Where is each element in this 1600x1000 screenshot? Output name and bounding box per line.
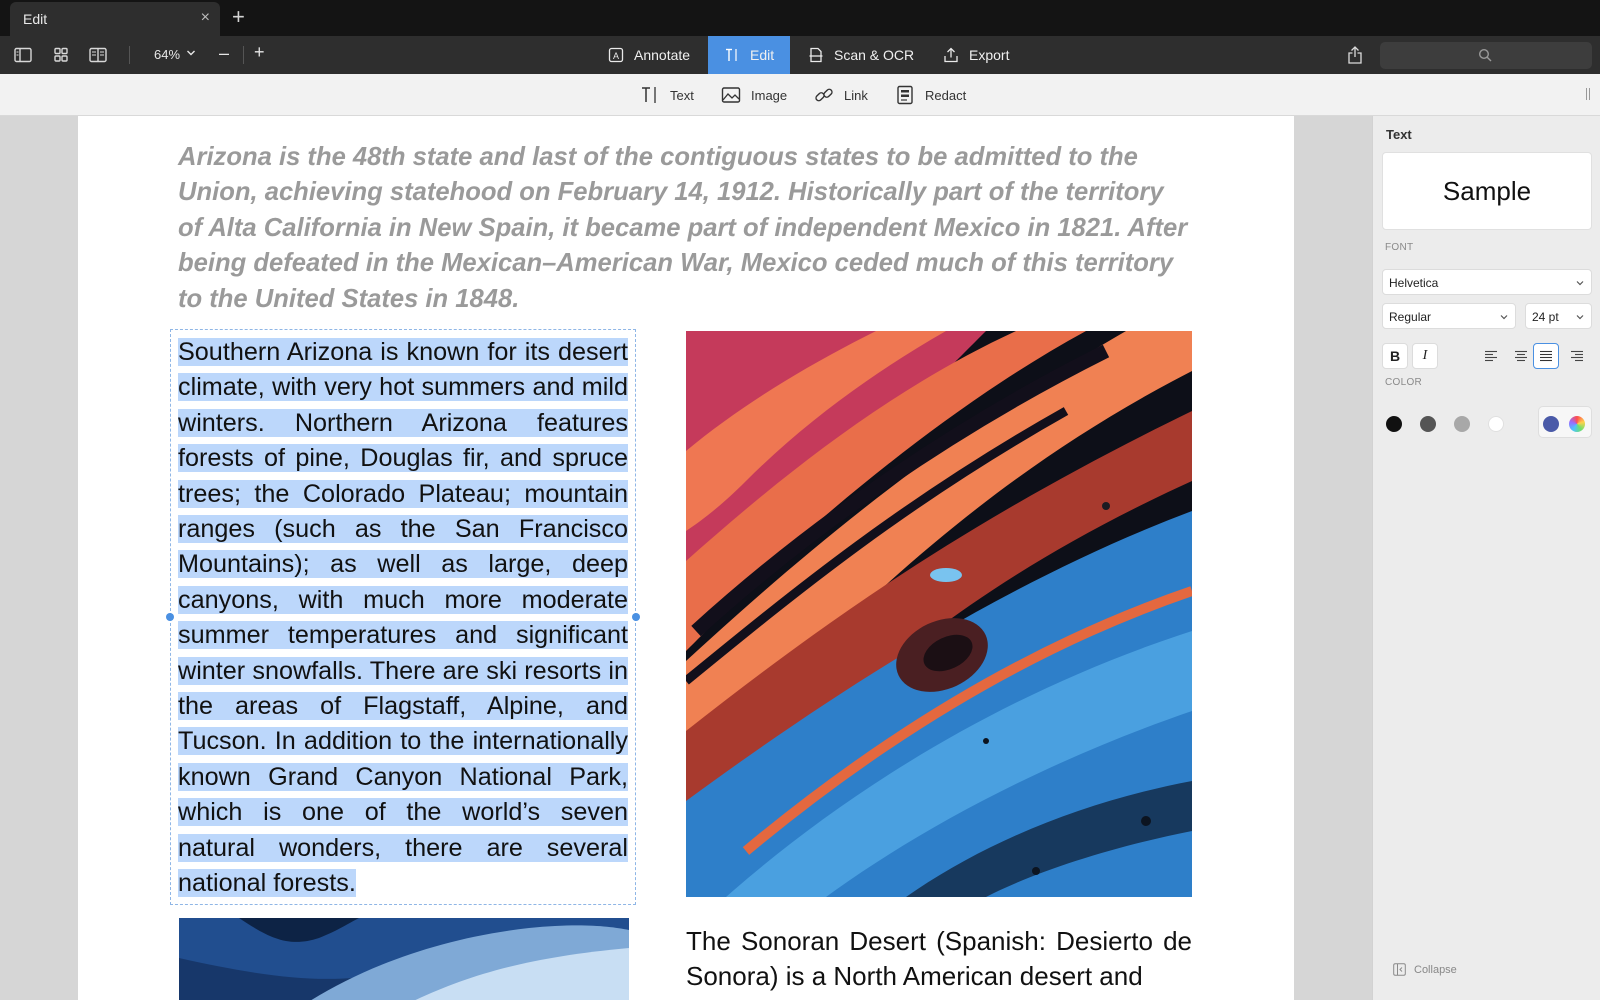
panel-title: Text [1386, 127, 1412, 142]
font-preview: Sample [1382, 152, 1592, 230]
collapse-label: Collapse [1414, 963, 1457, 976]
chevron-down-icon [1576, 315, 1584, 320]
toolbar-grip-handle[interactable] [1586, 88, 1590, 100]
document-canvas: Arizona is the 48th state and last of th… [0, 116, 1372, 1000]
text-properties-panel: Text Sample FONT Helvetica Regular 24 pt… [1372, 116, 1600, 1000]
mode-scan-ocr[interactable]: Scan & OCR [792, 36, 930, 74]
document-tab[interactable]: Edit × [10, 2, 220, 36]
selected-text[interactable]: Southern Arizona is known for its desert… [178, 338, 628, 898]
svg-text:A: A [613, 51, 619, 61]
selected-paragraph[interactable]: Southern Arizona is known for its desert… [178, 335, 628, 902]
text-cursor-icon [642, 87, 656, 103]
tool-label: Text [670, 87, 694, 103]
abstract-image[interactable] [686, 331, 1192, 897]
export-icon [944, 47, 958, 63]
tab-label: Edit [23, 11, 48, 27]
main-toolbar: 64% – + A Annotate Edit Scan & OCR Expor… [0, 36, 1600, 74]
sidebar-toggle-icon[interactable] [14, 47, 32, 63]
toolbar-divider [129, 46, 130, 64]
align-justify-icon [1540, 350, 1552, 362]
search-input[interactable] [1380, 42, 1592, 69]
font-section-label: FONT [1385, 242, 1414, 253]
abstract-art-graphic [686, 331, 1192, 897]
color-swatch-black[interactable] [1386, 416, 1402, 432]
tab-close-icon[interactable]: × [201, 10, 210, 26]
tool-label: Link [844, 87, 868, 103]
reader-view-icon[interactable] [89, 47, 107, 63]
new-tab-button[interactable]: + [232, 6, 245, 28]
tool-label: Image [751, 87, 788, 103]
mode-edit[interactable]: Edit [708, 36, 791, 74]
right-resize-handle[interactable] [632, 613, 640, 621]
document-page: Arizona is the 48th state and last of th… [78, 116, 1294, 1000]
color-picker-icon[interactable] [1569, 416, 1585, 432]
mode-annotate[interactable]: A Annotate [592, 36, 706, 74]
align-left-icon [1485, 350, 1497, 362]
thumbnail-grid-icon[interactable] [52, 47, 70, 63]
tool-link[interactable]: Link [814, 74, 868, 116]
title-bar: Edit × + [0, 0, 1600, 36]
align-left-button[interactable] [1478, 343, 1504, 369]
glacier-image[interactable] [179, 918, 629, 1000]
body-paragraph[interactable]: The Sonoran Desert (Spanish: Desierto de… [686, 924, 1192, 995]
font-family-value: Helvetica [1389, 276, 1439, 290]
scan-icon [809, 47, 823, 63]
mode-label: Edit [750, 47, 775, 63]
mode-label: Annotate [634, 47, 691, 63]
color-swatch-gray[interactable] [1454, 416, 1470, 432]
toolbar-divider [243, 46, 244, 64]
mode-label: Export [969, 47, 1010, 63]
search-icon [1478, 48, 1492, 62]
italic-button[interactable]: I [1412, 343, 1438, 369]
zoom-out-button[interactable]: – [219, 43, 229, 64]
glacier-graphic [179, 918, 629, 1000]
annotate-icon: A [608, 47, 624, 63]
font-size-select[interactable]: 24 pt [1525, 303, 1592, 329]
tool-image[interactable]: Image [721, 74, 787, 116]
mode-label: Scan & OCR [834, 47, 915, 63]
zoom-level[interactable]: 64% [154, 47, 180, 62]
align-right-button[interactable] [1564, 343, 1590, 369]
color-swatch-dark-gray[interactable] [1420, 416, 1436, 432]
edit-toolbar: Text Image Link Redact [0, 74, 1600, 116]
tool-label: Redact [925, 87, 967, 103]
align-center-icon [1515, 350, 1527, 362]
font-style-value: Regular [1389, 310, 1432, 324]
collapse-panel-icon [1393, 963, 1406, 976]
tool-text[interactable]: Text [640, 74, 694, 116]
align-center-button[interactable] [1508, 343, 1534, 369]
tool-redact[interactable]: Redact [895, 74, 966, 116]
chevron-down-icon [1500, 315, 1508, 320]
color-section-label: COLOR [1385, 377, 1423, 388]
text-cursor-icon [726, 48, 737, 61]
font-size-value: 24 pt [1532, 310, 1559, 324]
bold-button[interactable]: B [1382, 343, 1408, 369]
font-style-select[interactable]: Regular [1382, 303, 1516, 329]
font-family-select[interactable]: Helvetica [1382, 269, 1592, 295]
image-icon [721, 87, 741, 103]
mode-export[interactable]: Export [927, 36, 1025, 74]
chevron-down-icon[interactable] [186, 47, 196, 59]
collapse-button[interactable]: Collapse [1393, 963, 1457, 976]
align-justify-button[interactable] [1533, 343, 1559, 369]
zoom-in-button[interactable]: + [254, 42, 265, 63]
link-icon [815, 88, 833, 102]
color-swatch-white[interactable] [1488, 416, 1504, 432]
redact-icon [897, 85, 913, 105]
left-resize-handle[interactable] [166, 613, 174, 621]
chevron-down-icon [1576, 281, 1584, 286]
color-swatch-custom[interactable] [1543, 416, 1559, 432]
align-right-icon [1571, 350, 1583, 362]
share-icon[interactable] [1346, 45, 1364, 65]
heading-paragraph[interactable]: Arizona is the 48th state and last of th… [178, 140, 1188, 317]
